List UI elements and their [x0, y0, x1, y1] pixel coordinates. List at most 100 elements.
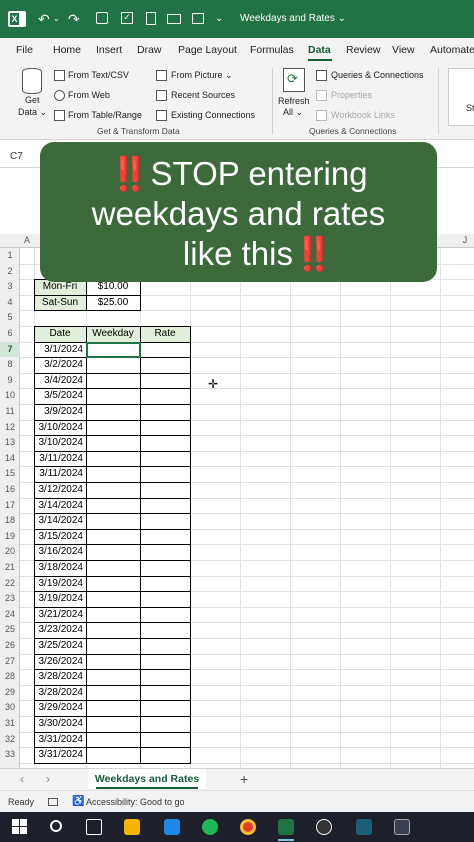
rate-cell[interactable]: [140, 404, 191, 421]
row-header-3[interactable]: 3: [0, 279, 20, 295]
new-file-icon[interactable]: [146, 12, 156, 25]
weekday-cell[interactable]: [86, 653, 141, 671]
rate-value-cell[interactable]: $25.00: [86, 295, 140, 311]
row-header-29[interactable]: 29: [0, 685, 20, 701]
tab-formulas[interactable]: Formulas: [250, 44, 294, 56]
prev-sheet-icon[interactable]: ‹: [20, 772, 24, 786]
row-header-10[interactable]: 10: [0, 388, 20, 404]
weekday-cell[interactable]: [86, 404, 141, 421]
rate-cell[interactable]: [140, 435, 191, 452]
rate-cell[interactable]: [140, 544, 191, 561]
date-cell[interactable]: 3/11/2024: [34, 466, 86, 482]
date-cell[interactable]: 3/16/2024: [34, 544, 86, 560]
date-cell[interactable]: 3/10/2024: [34, 435, 86, 451]
date-cell[interactable]: 3/26/2024: [34, 654, 86, 670]
search-icon[interactable]: [50, 820, 62, 832]
weekday-cell[interactable]: [86, 684, 141, 702]
weekday-cell[interactable]: [86, 575, 141, 593]
row-header-4[interactable]: 4: [0, 295, 20, 311]
date-cell[interactable]: 3/9/2024: [34, 404, 86, 420]
row-header-22[interactable]: 22: [0, 576, 20, 592]
refresh-all-button[interactable]: Refresh: [278, 96, 310, 106]
file-explorer-icon[interactable]: [124, 819, 140, 835]
rate-cell[interactable]: [140, 388, 191, 405]
rate-cell[interactable]: [140, 513, 191, 530]
weekday-cell[interactable]: [86, 528, 141, 546]
weekday-header-cell[interactable]: Weekday: [86, 326, 140, 342]
stocks-button[interactable]: St: [448, 68, 474, 126]
date-cell[interactable]: 3/31/2024: [34, 732, 86, 748]
weekday-cell[interactable]: [86, 513, 141, 530]
get-data-dropdown[interactable]: Data ⌄: [18, 107, 47, 118]
row-header-17[interactable]: 17: [0, 498, 20, 514]
date-cell[interactable]: 3/2/2024: [34, 357, 86, 373]
row-header-11[interactable]: 11: [0, 404, 20, 420]
date-header-cell[interactable]: Date: [34, 326, 86, 342]
row-header-21[interactable]: 21: [0, 560, 20, 576]
row-header-32[interactable]: 32: [0, 732, 20, 748]
date-cell[interactable]: 3/18/2024: [34, 560, 86, 576]
task-view-icon[interactable]: [86, 819, 102, 835]
rate-cell[interactable]: [140, 419, 191, 437]
tab-home[interactable]: Home: [53, 44, 81, 56]
date-cell[interactable]: 3/11/2024: [34, 451, 86, 467]
weekday-cell[interactable]: [86, 731, 141, 749]
weekday-cell[interactable]: [86, 560, 141, 577]
weekday-cell[interactable]: [86, 669, 141, 686]
row-header-13[interactable]: 13: [0, 435, 20, 451]
row-header-6[interactable]: 6: [0, 326, 20, 342]
row-header-2[interactable]: 2: [0, 264, 20, 280]
next-sheet-icon[interactable]: ›: [46, 772, 50, 786]
weekday-cell[interactable]: [86, 482, 141, 499]
rate-cell[interactable]: [140, 341, 191, 359]
save-icon[interactable]: [96, 12, 108, 24]
rate-cell[interactable]: [140, 669, 191, 686]
weekday-cell[interactable]: [86, 435, 141, 452]
row-header-25[interactable]: 25: [0, 622, 20, 638]
print-icon[interactable]: [192, 13, 204, 24]
date-cell[interactable]: 3/5/2024: [34, 388, 86, 404]
add-sheet-button[interactable]: +: [240, 771, 248, 787]
spotify-icon[interactable]: [202, 819, 218, 835]
tab-draw[interactable]: Draw: [137, 44, 162, 56]
active-cell-selection[interactable]: [86, 341, 141, 359]
chrome-icon[interactable]: [240, 819, 256, 835]
date-cell[interactable]: 3/28/2024: [34, 685, 86, 701]
weekday-cell[interactable]: [86, 544, 141, 561]
date-cell[interactable]: 3/15/2024: [34, 529, 86, 545]
rate-cell[interactable]: [140, 450, 191, 468]
weekday-cell[interactable]: [86, 700, 141, 717]
weekday-cell[interactable]: [86, 622, 141, 639]
open-folder-icon[interactable]: [167, 14, 181, 24]
from-web-button[interactable]: From Web: [68, 90, 110, 100]
row-header-30[interactable]: 30: [0, 700, 20, 716]
weekday-cell[interactable]: [86, 716, 141, 733]
weekday-cell[interactable]: [86, 450, 141, 468]
rate-cell[interactable]: [140, 653, 191, 671]
weekday-cell[interactable]: [86, 497, 141, 515]
row-header-26[interactable]: 26: [0, 638, 20, 654]
rate-cell[interactable]: [140, 560, 191, 577]
rate-cell[interactable]: [140, 606, 191, 624]
windows-start-icon[interactable]: [12, 819, 28, 835]
row-header-9[interactable]: 9: [0, 373, 20, 389]
date-cell[interactable]: 3/4/2024: [34, 373, 86, 389]
refresh-all-dropdown[interactable]: All ⌄: [283, 107, 303, 118]
existing-connections-button[interactable]: Existing Connections: [171, 110, 255, 120]
rate-cell[interactable]: [140, 638, 191, 655]
weekday-cell[interactable]: [86, 638, 141, 655]
weekday-cell[interactable]: [86, 372, 141, 390]
rate-column-header-cell[interactable]: Rate: [140, 326, 190, 342]
from-text-csv-button[interactable]: From Text/CSV: [68, 70, 129, 80]
recent-sources-button[interactable]: Recent Sources: [171, 90, 235, 100]
tab-review[interactable]: Review: [346, 44, 380, 56]
row-header-27[interactable]: 27: [0, 654, 20, 670]
rate-cell[interactable]: [140, 357, 191, 374]
date-cell[interactable]: 3/14/2024: [34, 498, 86, 514]
rate-cell[interactable]: [140, 466, 191, 483]
rate-cell[interactable]: [140, 684, 191, 702]
row-header-23[interactable]: 23: [0, 591, 20, 607]
rate-cell[interactable]: [140, 622, 191, 639]
row-header-28[interactable]: 28: [0, 669, 20, 685]
date-cell[interactable]: 3/1/2024: [34, 342, 86, 358]
